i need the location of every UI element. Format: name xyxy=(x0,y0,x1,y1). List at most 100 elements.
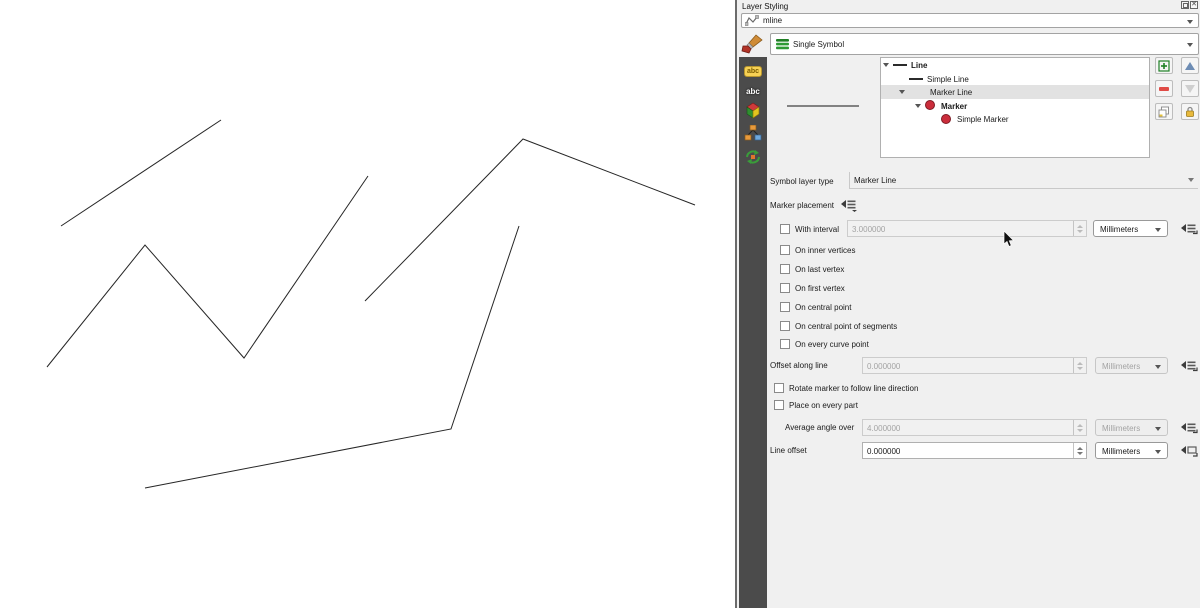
expander-icon[interactable] xyxy=(883,63,889,67)
map-line-feature xyxy=(47,176,368,367)
symbol-tree-item-label: Marker Line xyxy=(930,88,972,97)
chevron-down-icon xyxy=(1188,178,1194,182)
symbol-tree-item[interactable]: Simple Line xyxy=(881,72,1149,86)
placement-option-checkbox[interactable] xyxy=(780,283,790,293)
line-offset-data-defined-override-icon[interactable] xyxy=(1180,443,1198,458)
sidebar-tab-labels[interactable]: abc xyxy=(739,61,767,81)
expander-icon[interactable] xyxy=(899,90,905,94)
down-arrow-icon xyxy=(1185,85,1195,93)
spin-buttons[interactable] xyxy=(1073,358,1086,373)
diagrams-icon xyxy=(744,125,762,141)
average-angle-label: Average angle over xyxy=(785,423,854,432)
placement-option-checkbox[interactable] xyxy=(780,245,790,255)
chevron-down-icon xyxy=(1155,450,1161,454)
placement-option-checkbox[interactable] xyxy=(780,321,790,331)
line-offset-spinbox[interactable]: 0.000000 xyxy=(862,442,1087,459)
place-on-every-part-label: Place on every part xyxy=(789,401,858,410)
single-symbol-icon xyxy=(776,38,789,50)
spin-buttons[interactable] xyxy=(1073,420,1086,435)
duplicate-icon xyxy=(1158,106,1170,118)
layer-styling-panel: Layer Styling ✕ mline xyxy=(735,0,1200,608)
map-line-feature xyxy=(365,139,695,301)
close-icon[interactable]: ✕ xyxy=(1190,1,1198,9)
map-canvas[interactable] xyxy=(0,0,735,608)
symbol-layer-type-value: Marker Line xyxy=(854,176,896,185)
symbol-tree-item-label: Simple Marker xyxy=(957,115,1009,124)
layer-selector-value: mline xyxy=(763,16,782,25)
spin-buttons[interactable] xyxy=(1073,443,1086,458)
history-icon xyxy=(744,149,762,165)
placement-option-label: On every curve point xyxy=(795,340,869,349)
offset-along-line-unit-combo[interactable]: Millimeters xyxy=(1095,357,1168,374)
symbol-layer-type-label: Symbol layer type xyxy=(770,177,834,186)
map-line-features xyxy=(0,0,735,608)
move-up-button[interactable] xyxy=(1181,57,1199,74)
symbol-tree-item[interactable]: Marker Line xyxy=(881,85,1149,99)
placement-option-checkbox[interactable] xyxy=(780,302,790,312)
cube-3d-icon xyxy=(744,102,762,120)
chevron-down-icon xyxy=(1155,365,1161,369)
expander-icon[interactable] xyxy=(915,104,921,108)
average-angle-unit-combo[interactable]: Millimeters xyxy=(1095,419,1168,436)
sidebar-tab-diagrams[interactable] xyxy=(739,123,767,143)
offset-along-line-spinbox[interactable]: 0.000000 xyxy=(862,357,1087,374)
chevron-down-icon xyxy=(1155,427,1161,431)
lock-color-button[interactable] xyxy=(1181,103,1199,120)
sidebar-tab-3d-view[interactable] xyxy=(739,101,767,121)
symbol-tree-item-label: Simple Line xyxy=(927,75,969,84)
placement-option-label: On central point xyxy=(795,303,851,312)
symbol-tree-item[interactable]: Simple Marker xyxy=(881,112,1149,126)
lock-icon xyxy=(1184,106,1196,118)
undock-icon[interactable] xyxy=(1181,1,1189,9)
remove-symbol-layer-button[interactable] xyxy=(1155,80,1173,97)
symbol-tree-item-label: Marker xyxy=(941,102,967,111)
red-marker-icon xyxy=(941,114,951,124)
map-line-feature xyxy=(145,226,519,488)
placement-option-label: On inner vertices xyxy=(795,246,855,255)
interval-spinbox[interactable]: 3.000000 xyxy=(847,220,1087,237)
layer-selector[interactable]: mline xyxy=(741,13,1199,28)
add-symbol-layer-button[interactable] xyxy=(1155,57,1173,74)
sidebar-tab-history[interactable] xyxy=(739,147,767,167)
rotate-marker-checkbox[interactable] xyxy=(774,383,784,393)
sidebar-tab-callouts[interactable]: abc xyxy=(739,81,767,101)
placement-option-checkbox[interactable] xyxy=(780,264,790,274)
minus-icon xyxy=(1159,87,1169,91)
symbol-layer-type-selector[interactable]: Marker Line xyxy=(849,172,1198,189)
up-arrow-icon xyxy=(1185,62,1195,70)
paintbrush-icon xyxy=(741,34,765,54)
with-interval-label: With interval xyxy=(795,225,839,234)
chevron-down-icon xyxy=(1155,228,1161,232)
placement-option-checkbox[interactable] xyxy=(780,339,790,349)
spin-buttons[interactable] xyxy=(1073,221,1086,236)
chevron-down-icon xyxy=(1187,20,1193,24)
add-icon xyxy=(1158,60,1170,72)
line-symbol-icon xyxy=(909,78,923,80)
symbol-preview xyxy=(787,105,859,107)
offset-data-defined-override-icon[interactable] xyxy=(1180,358,1198,373)
symbol-tree-item[interactable]: Marker xyxy=(881,99,1149,113)
line-symbol-icon xyxy=(893,64,907,66)
offset-along-line-label: Offset along line xyxy=(770,361,828,370)
marker-placement-menu-icon[interactable] xyxy=(840,197,858,212)
move-down-button[interactable] xyxy=(1181,80,1199,97)
average-angle-data-defined-override-icon[interactable] xyxy=(1180,420,1198,435)
renderer-selector[interactable]: Single Symbol xyxy=(770,33,1199,55)
duplicate-symbol-layer-button[interactable] xyxy=(1155,103,1173,120)
symbol-tree[interactable]: LineSimple Line Marker Line Marker Simple M… xyxy=(880,57,1150,158)
symbol-tree-item-label: Line xyxy=(911,61,927,70)
interval-data-defined-override-icon[interactable] xyxy=(1180,221,1198,236)
placement-option-label: On first vertex xyxy=(795,284,845,293)
average-angle-spinbox[interactable]: 4.000000 xyxy=(862,419,1087,436)
symbol-tree-item[interactable]: Line xyxy=(881,58,1149,72)
with-interval-checkbox[interactable] xyxy=(780,224,790,234)
symbology-tab-active[interactable] xyxy=(741,34,765,54)
line-offset-unit-combo[interactable]: Millimeters xyxy=(1095,442,1168,459)
rotate-marker-label: Rotate marker to follow line direction xyxy=(789,384,918,393)
marker-placement-label: Marker placement xyxy=(770,201,834,210)
interval-unit-combo[interactable]: Millimeters xyxy=(1093,220,1168,237)
renderer-value: Single Symbol xyxy=(793,40,844,49)
mouse-cursor xyxy=(1003,231,1015,248)
place-on-every-part-checkbox[interactable] xyxy=(774,400,784,410)
callouts-abc-icon: abc xyxy=(746,87,760,96)
